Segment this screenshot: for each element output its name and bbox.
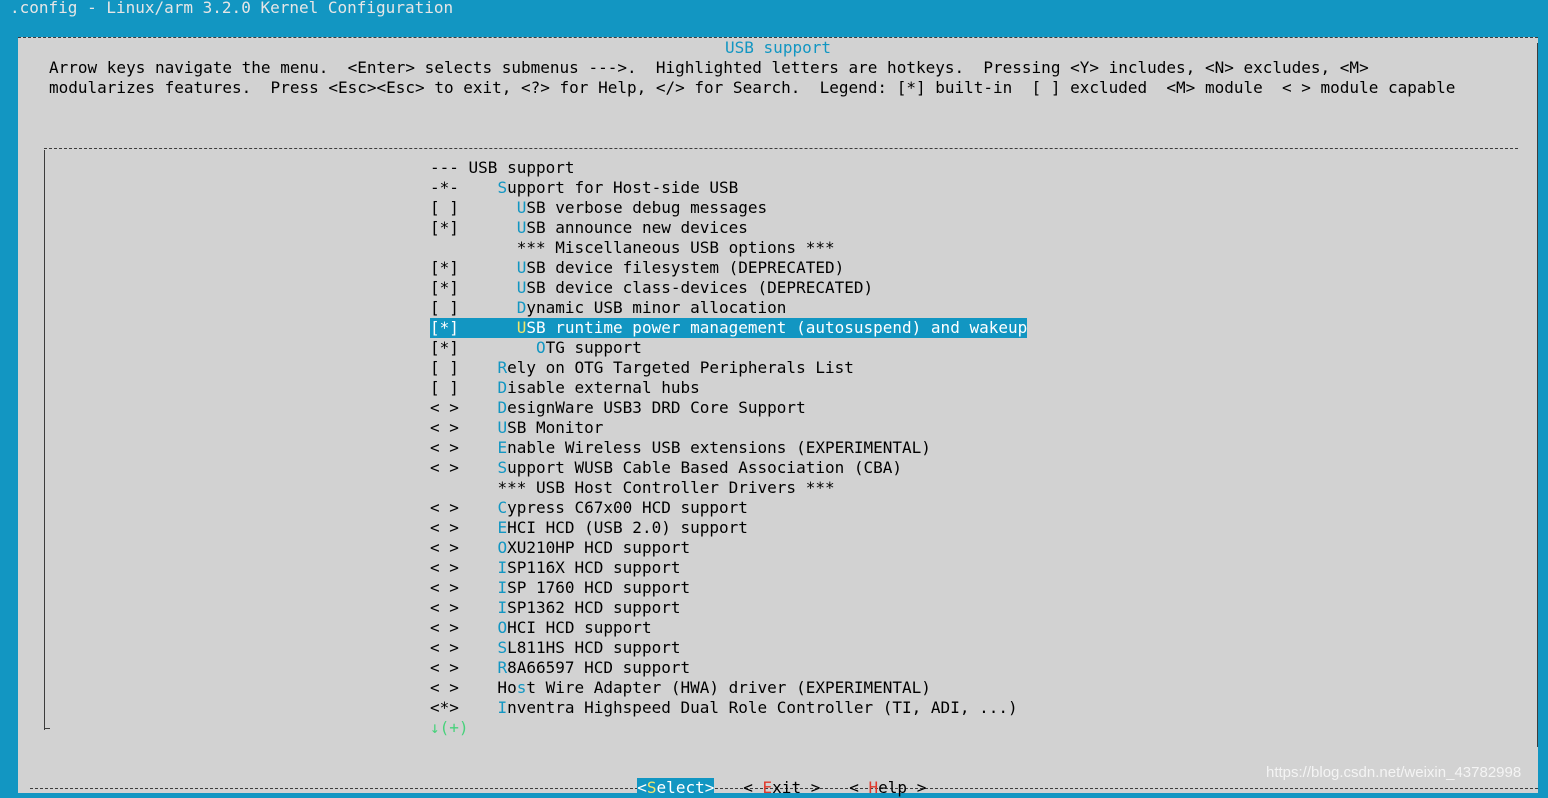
exit-button[interactable]: < Exit >: [743, 778, 820, 798]
menu-item-otg-peripherals[interactable]: [ ] Rely on OTG Targeted Peripherals Lis…: [430, 358, 1027, 378]
menu-item-cypress-hcd[interactable]: < > Cypress C67x00 HCD support: [430, 498, 1027, 518]
menu-item-wireless-usb[interactable]: < > Enable Wireless USB extensions (EXPE…: [430, 438, 1027, 458]
select-button[interactable]: <Select>: [637, 778, 715, 798]
help-line-2: modularizes features. Press <Esc><Esc> t…: [49, 78, 1456, 97]
menu-item-runtime-pm-selected[interactable]: [*] USB runtime power management (autosu…: [430, 318, 1028, 338]
menu-item-disable-hubs[interactable]: [ ] Disable external hubs: [430, 378, 1027, 398]
menu-item-oxu210hp-hcd[interactable]: < > OXU210HP HCD support: [430, 538, 1027, 558]
menu-box-corner: [44, 728, 50, 729]
window-title: .config - Linux/arm 3.2.0 Kernel Configu…: [10, 0, 454, 17]
menu-item-dynamic-minor[interactable]: [ ] Dynamic USB minor allocation: [430, 298, 1027, 318]
help-line-1: Arrow keys navigate the menu. <Enter> se…: [49, 58, 1369, 77]
menu-item-hwa-driver[interactable]: < > Host Wire Adapter (HWA) driver (EXPE…: [430, 678, 1027, 698]
menu-item-isp1760-hcd[interactable]: < > ISP 1760 HCD support: [430, 578, 1027, 598]
menu-item-host-side-usb[interactable]: -*- Support for Host-side USB: [430, 178, 1027, 198]
watermark: https://blog.csdn.net/weixin_43782998: [1266, 764, 1522, 781]
menu-item-wusb-cba[interactable]: < > Support WUSB Cable Based Association…: [430, 458, 1027, 478]
menu-comment-hcd: *** USB Host Controller Drivers ***: [497, 478, 835, 497]
menu-item-inventra-musb[interactable]: <*> Inventra Highspeed Dual Role Control…: [430, 698, 1027, 718]
menu-item-designware-usb3[interactable]: < > DesignWare USB3 DRD Core Support: [430, 398, 1027, 418]
menu-item-announce-devices[interactable]: [*] USB announce new devices: [430, 218, 1027, 238]
menu-item-isp1362-hcd[interactable]: < > ISP1362 HCD support: [430, 598, 1027, 618]
menu-item-verbose-debug[interactable]: [ ] USB verbose debug messages: [430, 198, 1027, 218]
menu-item-otg-support[interactable]: [*] OTG support: [430, 338, 1027, 358]
dialog-frame-right: [1537, 43, 1538, 747]
menu-item-usb-monitor[interactable]: < > USB Monitor: [430, 418, 1027, 438]
dialog-title: USB support: [725, 38, 831, 57]
menu-item-ohci-hcd[interactable]: < > OHCI HCD support: [430, 618, 1027, 638]
menu-box-top: [44, 148, 1518, 149]
menu-box-left: [44, 150, 45, 730]
menu-item-usb-support[interactable]: --- USB support: [430, 158, 1027, 178]
help-text: Arrow keys navigate the menu. <Enter> se…: [49, 58, 1455, 98]
button-bar: <Select> < Exit > < Help >: [618, 758, 926, 798]
menu-item-r8a66597-hcd[interactable]: < > R8A66597 HCD support: [430, 658, 1027, 678]
menu-item-isp116x-hcd[interactable]: < > ISP116X HCD support: [430, 558, 1027, 578]
menu-item-sl811hs-hcd[interactable]: < > SL811HS HCD support: [430, 638, 1027, 658]
menu-comment-misc-options: *** Miscellaneous USB options ***: [516, 238, 835, 257]
menu-item-ehci-hcd[interactable]: < > EHCI HCD (USB 2.0) support: [430, 518, 1027, 538]
more-items-indicator[interactable]: ↓(+): [430, 718, 1027, 738]
menu-list: --- USB support -*- Support for Host-sid…: [430, 158, 1028, 738]
help-button[interactable]: < Help >: [849, 778, 926, 798]
menu-item-device-class-devices[interactable]: [*] USB device class-devices (DEPRECATED…: [430, 278, 1027, 298]
menu-item-device-filesystem[interactable]: [*] USB device filesystem (DEPRECATED): [430, 258, 1027, 278]
